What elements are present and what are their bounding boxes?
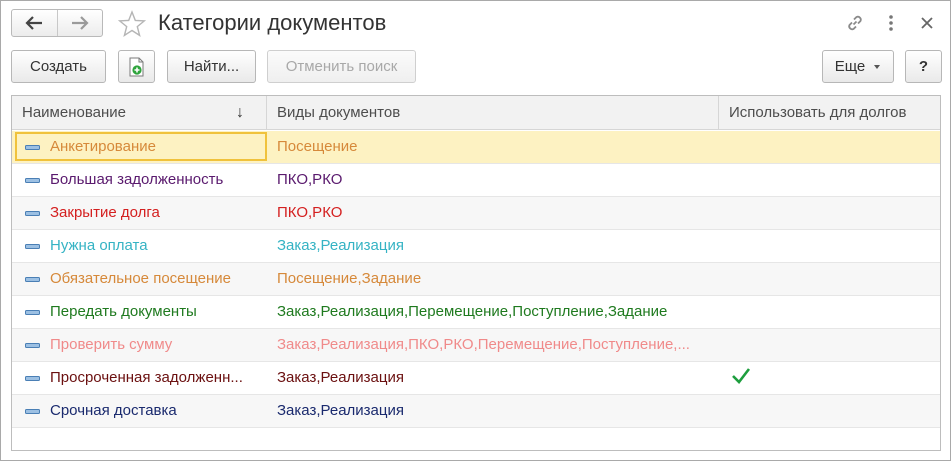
table-row[interactable]: Закрытие долга ПКО,РКО (12, 197, 940, 230)
page-title: Категории документов (158, 10, 387, 35)
cell-document-types: Заказ,Реализация (277, 369, 404, 386)
table-row[interactable]: Проверить сумму Заказ,Реализация,ПКО,РКО,… (12, 329, 940, 362)
categories-table: Наименование ↓ Виды документов Использов… (11, 95, 941, 451)
column-header-use-for-debts-label: Использовать для долгов (729, 104, 907, 121)
title-bar: Категории документов (1, 1, 950, 45)
table-row[interactable]: Срочная доставка Заказ,Реализация (12, 395, 940, 428)
table-row[interactable]: Анкетирование Посещение (12, 131, 940, 164)
documents-categories-window: Категории документов Создать Найти... От… (0, 0, 951, 461)
table-row[interactable]: Просроченная задолженн... Заказ,Реализаци… (12, 362, 940, 395)
favorite-star-icon (118, 10, 146, 37)
column-header-name-label: Наименование (22, 104, 126, 121)
cell-name: Анкетирование (50, 138, 156, 155)
catalog-item-icon (25, 211, 40, 216)
table-header: Наименование ↓ Виды документов Использов… (12, 96, 940, 130)
close-icon (921, 17, 933, 29)
favorite-star-button[interactable] (116, 9, 148, 39)
help-button[interactable]: ? (905, 50, 942, 83)
create-button[interactable]: Создать (11, 50, 106, 83)
more-actions-button[interactable] (880, 12, 902, 34)
cell-name: Проверить сумму (50, 336, 173, 353)
catalog-item-icon (25, 277, 40, 282)
cell-document-types: Заказ,Реализация (277, 237, 404, 254)
cell-document-types: Посещение,Задание (277, 270, 422, 287)
catalog-item-icon (25, 310, 40, 315)
cell-name: Закрытие долга (50, 204, 160, 221)
cell-document-types: Заказ,Реализация,ПКО,РКО,Перемещение,Пос… (277, 336, 690, 353)
catalog-item-icon (25, 178, 40, 183)
cell-document-types: ПКО,РКО (277, 171, 343, 188)
chevron-down-icon (874, 64, 881, 69)
more-vertical-icon (889, 15, 893, 31)
cell-name: Передать документы (50, 303, 197, 320)
table-row[interactable]: Обязательное посещение Посещение,Задание (12, 263, 940, 296)
link-icon (848, 15, 862, 31)
catalog-item-icon (25, 376, 40, 381)
cell-name: Обязательное посещение (50, 270, 232, 287)
cell-name: Нужна оплата (50, 237, 148, 254)
sort-down-icon: ↓ (236, 104, 244, 121)
column-header-name[interactable]: Наименование (12, 96, 266, 130)
table-row[interactable]: Нужна оплата Заказ,Реализация (12, 230, 940, 263)
catalog-item-icon (25, 145, 40, 150)
link-button[interactable] (844, 12, 866, 34)
column-header-types-label: Виды документов (277, 104, 401, 121)
table-row[interactable]: Передать документы Заказ,Реализация,Перем… (12, 296, 940, 329)
cell-name: Срочная доставка (50, 402, 177, 419)
cancel-search-button[interactable]: Отменить поиск (267, 50, 416, 83)
cell-name: Большая задолженность (50, 171, 224, 188)
more-button[interactable]: Еще (822, 50, 894, 83)
checkmark-icon (732, 368, 751, 384)
column-header-types[interactable]: Виды документов (266, 96, 718, 130)
cell-document-types: Посещение (277, 138, 358, 155)
navigation-group (11, 9, 103, 37)
add-document-icon (129, 57, 143, 76)
cell-name: Просроченная задолженн... (50, 369, 243, 386)
catalog-item-icon (25, 343, 40, 348)
command-bar: Создать Найти... Отменить поиск Еще ? (1, 50, 950, 84)
add-copy-button[interactable] (118, 50, 155, 83)
find-button[interactable]: Найти... (167, 50, 256, 83)
column-header-use-for-debts[interactable]: Использовать для долгов (718, 96, 940, 130)
cell-document-types: Заказ,Реализация (277, 402, 404, 419)
catalog-item-icon (25, 409, 40, 414)
catalog-item-icon (25, 244, 40, 249)
back-button[interactable] (12, 10, 57, 36)
cell-document-types: Заказ,Реализация,Перемещение,Поступление… (277, 303, 668, 320)
forward-arrow-icon (71, 16, 89, 30)
close-button[interactable] (916, 12, 938, 34)
more-button-label: Еще (834, 58, 866, 75)
back-arrow-icon (25, 16, 43, 30)
table-row[interactable]: Большая задолженность ПКО,РКО (12, 164, 940, 197)
cell-document-types: ПКО,РКО (277, 204, 343, 221)
forward-button[interactable] (56, 10, 102, 36)
title-actions (844, 11, 938, 35)
